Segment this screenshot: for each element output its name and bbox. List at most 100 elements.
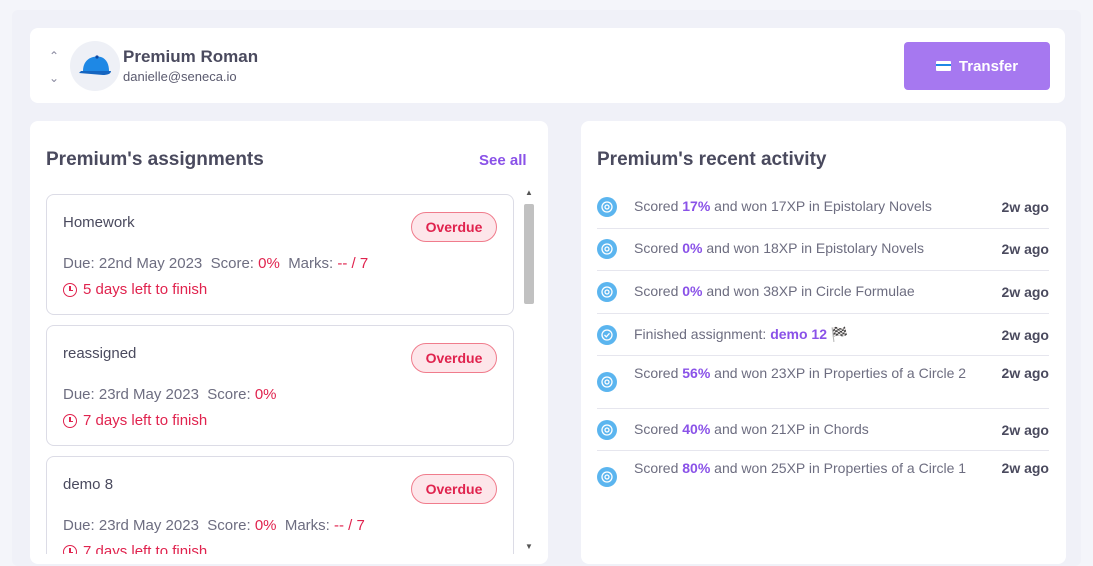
- activity-text: Scored 80% and won 25XP in Properties of…: [634, 460, 989, 476]
- activity-pre: Scored: [634, 460, 683, 476]
- activity-row: Finished assignment: demo 12 🏁 2w ago: [597, 314, 1049, 356]
- assignment-list[interactable]: Homework Overdue Due: 22nd May 2023 Scor…: [46, 194, 514, 554]
- student-profile-card: ⌃ ⌄ Premium Roman danielle@seneca.io Tra…: [30, 28, 1065, 103]
- due-date: 23rd May 2023: [98, 386, 199, 403]
- score-value: 0%: [254, 386, 277, 403]
- avatar: [70, 41, 120, 91]
- activity-text: Scored 17% and won 17XP in Epistolary No…: [634, 198, 989, 214]
- activity-post: and won 23XP in Properties of a Circle 2: [710, 365, 967, 381]
- assignments-title: Premium's assignments: [46, 149, 264, 170]
- assignment-card[interactable]: demo 8 Overdue Due: 23rd May 2023 Score:…: [46, 456, 514, 554]
- student-switcher[interactable]: ⌃ ⌄: [46, 50, 62, 84]
- chevron-up-icon[interactable]: ⌃: [49, 50, 59, 62]
- assignments-panel: Premium's assignments See all Homework O…: [30, 121, 548, 564]
- scroll-up-arrow-icon[interactable]: ▲: [524, 188, 534, 198]
- clock-icon: [63, 282, 77, 297]
- activity-pre: Scored: [634, 240, 683, 256]
- cap-icon: [79, 55, 111, 75]
- assignment-title: reassigned: [63, 345, 137, 362]
- activity-post: and won 21XP in Chords: [710, 421, 869, 437]
- activity-time: 2w ago: [1001, 460, 1049, 476]
- activity-row: Scored 40% and won 21XP in Chords 2w ago: [597, 409, 1049, 451]
- target-icon: [597, 467, 617, 487]
- activity-row: Scored 0% and won 18XP in Epistolary Nov…: [597, 229, 1049, 271]
- activity-pre: Scored: [634, 283, 683, 299]
- overdue-badge: Overdue: [411, 474, 497, 504]
- activity-time: 2w ago: [1001, 327, 1049, 343]
- activity-value: 80%: [682, 460, 711, 476]
- activity-pre: Finished assignment:: [634, 326, 771, 342]
- target-icon: [597, 420, 617, 440]
- due-label: Due:: [63, 517, 95, 534]
- days-left: 7 days left to finish: [63, 412, 207, 429]
- clock-icon: [63, 544, 77, 554]
- activity-list: Scored 17% and won 17XP in Epistolary No…: [597, 187, 1049, 503]
- target-icon: [597, 372, 617, 392]
- assignment-meta: Due: 23rd May 2023 Score: 0%: [63, 386, 277, 403]
- activity-pre: Scored: [634, 365, 683, 381]
- activity-row: Scored 80% and won 25XP in Properties of…: [597, 451, 1049, 503]
- scroll-down-arrow-icon[interactable]: ▼: [524, 542, 534, 552]
- marks-label: Marks:: [284, 517, 330, 534]
- target-icon: [597, 197, 617, 217]
- activity-time: 2w ago: [1001, 365, 1049, 381]
- activity-title: Premium's recent activity: [597, 149, 827, 170]
- activity-value: 0%: [682, 283, 703, 299]
- overdue-badge: Overdue: [411, 212, 497, 242]
- target-icon: [597, 282, 617, 302]
- clock-icon: [63, 413, 77, 428]
- overdue-badge: Overdue: [411, 343, 497, 373]
- activity-row: Scored 0% and won 38XP in Circle Formula…: [597, 271, 1049, 314]
- activity-pre: Scored: [634, 421, 683, 437]
- score-value: 0%: [258, 255, 280, 272]
- activity-row: Scored 56% and won 23XP in Properties of…: [597, 356, 1049, 409]
- marks-value: -- / 7: [334, 517, 365, 534]
- activity-post: and won 18XP in Epistolary Novels: [702, 240, 925, 256]
- score-label: Score:: [210, 255, 254, 272]
- activity-text: Finished assignment: demo 12 🏁: [634, 326, 989, 342]
- activity-time: 2w ago: [1001, 241, 1049, 257]
- score-label: Score:: [207, 386, 251, 403]
- activity-value: 40%: [682, 421, 711, 437]
- scroll-thumb[interactable]: [524, 204, 534, 304]
- days-left: 5 days left to finish: [63, 281, 207, 298]
- marks-label: Marks:: [288, 255, 334, 272]
- activity-text: Scored 0% and won 38XP in Circle Formula…: [634, 283, 989, 299]
- due-date: 22nd May 2023: [98, 255, 203, 272]
- transfer-button-label: Transfer: [958, 57, 1019, 75]
- activity-pre: Scored: [634, 198, 683, 214]
- activity-post: 🏁: [827, 326, 849, 342]
- activity-text: Scored 56% and won 23XP in Properties of…: [634, 365, 989, 381]
- assignment-meta: Due: 22nd May 2023 Score: 0% Marks: -- /…: [63, 255, 368, 272]
- activity-time: 2w ago: [1001, 199, 1049, 215]
- due-label: Due:: [63, 255, 95, 272]
- chevron-down-icon[interactable]: ⌄: [49, 72, 59, 84]
- assignment-title: demo 8: [63, 476, 114, 493]
- student-name: Premium Roman: [123, 47, 259, 66]
- assignment-meta: Due: 23rd May 2023 Score: 0% Marks: -- /…: [63, 517, 365, 534]
- score-value: 0%: [254, 517, 277, 534]
- activity-time: 2w ago: [1001, 284, 1049, 300]
- assignment-link[interactable]: demo 12: [770, 326, 827, 342]
- target-icon: [597, 239, 617, 259]
- transfer-button[interactable]: Transfer: [904, 42, 1050, 90]
- recent-activity-panel: Premium's recent activity Scored 17% and…: [581, 121, 1066, 564]
- assignment-title: Homework: [63, 214, 135, 231]
- activity-text: Scored 40% and won 21XP in Chords: [634, 421, 989, 437]
- days-left-text: 7 days left to finish: [83, 412, 208, 429]
- assignment-card[interactable]: Homework Overdue Due: 22nd May 2023 Scor…: [46, 194, 514, 315]
- due-date: 23rd May 2023: [98, 517, 199, 534]
- student-email: danielle@seneca.io: [123, 69, 237, 84]
- activity-post: and won 38XP in Circle Formulae: [702, 283, 915, 299]
- marks-value: -- / 7: [337, 255, 369, 272]
- activity-time: 2w ago: [1001, 422, 1049, 438]
- activity-value: 17%: [682, 198, 711, 214]
- days-left: 7 days left to finish: [63, 543, 207, 554]
- days-left-text: 5 days left to finish: [83, 281, 208, 298]
- assignment-card[interactable]: reassigned Overdue Due: 23rd May 2023 Sc…: [46, 325, 514, 446]
- see-all-link[interactable]: See all: [479, 152, 527, 169]
- score-label: Score:: [207, 517, 251, 534]
- check-circle-icon: [597, 325, 617, 345]
- assignments-scrollbar[interactable]: ▲ ▼: [522, 188, 536, 552]
- activity-value: 56%: [682, 365, 711, 381]
